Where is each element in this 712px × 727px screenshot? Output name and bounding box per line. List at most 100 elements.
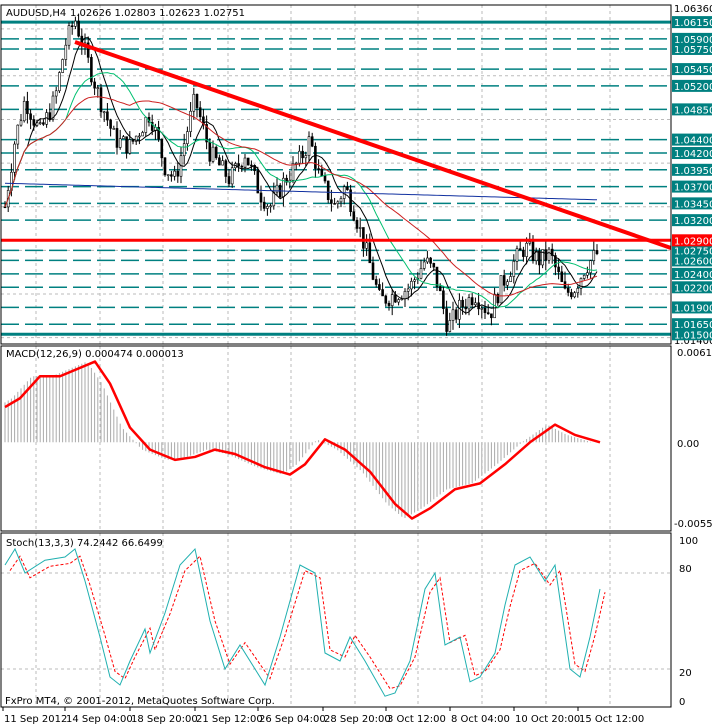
candle xyxy=(403,290,407,300)
horizontal-levels xyxy=(1,20,671,336)
candle xyxy=(96,87,100,89)
stoch-title: Stoch(13,3,3) 74.2442 66.6499 xyxy=(6,538,163,549)
candle xyxy=(547,248,551,261)
candle xyxy=(250,164,253,167)
candle xyxy=(390,294,394,306)
candle xyxy=(93,81,96,89)
time-label: 10 Oct 20:00 xyxy=(515,714,580,725)
candle xyxy=(42,122,45,125)
level-label: 1.05750 xyxy=(674,45,712,56)
candle xyxy=(170,174,173,177)
candle xyxy=(589,260,592,273)
candle xyxy=(269,205,272,208)
candle xyxy=(298,150,301,164)
candle xyxy=(64,44,68,60)
candle xyxy=(259,192,263,203)
candle xyxy=(67,25,71,46)
candle xyxy=(499,275,503,304)
candle xyxy=(454,309,458,320)
level-label: 1.03200 xyxy=(674,216,712,227)
stoch-100: 100 xyxy=(679,536,698,547)
candle xyxy=(19,120,23,126)
candle xyxy=(448,320,452,332)
candle xyxy=(422,261,426,269)
candle xyxy=(141,132,144,137)
level-label: 1.03700 xyxy=(674,183,712,194)
candle xyxy=(256,170,260,194)
candle xyxy=(346,186,349,191)
candle xyxy=(323,175,327,182)
candle xyxy=(301,150,304,159)
candle xyxy=(16,124,20,145)
candle xyxy=(125,136,128,154)
stoch-k-line xyxy=(4,547,601,697)
candle xyxy=(22,101,26,122)
candle xyxy=(406,288,410,292)
candle xyxy=(560,271,564,282)
candle xyxy=(326,180,330,201)
level-label: 1.06150 xyxy=(674,18,712,29)
candle xyxy=(490,313,493,319)
candle xyxy=(307,136,311,156)
candle xyxy=(70,25,74,27)
candle xyxy=(246,157,250,166)
candle xyxy=(467,297,471,310)
candle xyxy=(557,266,560,273)
candle xyxy=(186,131,189,144)
candle xyxy=(474,302,477,306)
macd-title: MACD(12,26,9) 0.000474 0.000013 xyxy=(6,349,184,360)
candle xyxy=(438,286,442,292)
symbol-header: AUDUSD,H4 xyxy=(6,8,66,19)
candle xyxy=(339,198,343,203)
candle xyxy=(221,160,224,166)
trendline[interactable] xyxy=(74,40,672,250)
candle xyxy=(272,191,276,207)
candle xyxy=(291,162,295,181)
candle xyxy=(506,281,509,286)
candle xyxy=(74,20,77,27)
candle xyxy=(371,262,375,280)
level-label: 1.02200 xyxy=(674,283,712,294)
time-axis: 11 Sep 201214 Sep 04:0018 Sep 20:0021 Se… xyxy=(2,707,644,725)
candle xyxy=(102,111,106,114)
candle xyxy=(138,135,141,138)
candle xyxy=(320,168,324,177)
candle xyxy=(304,155,308,159)
candle xyxy=(397,299,400,303)
moving-averages xyxy=(4,37,598,314)
candle xyxy=(384,295,388,304)
candle xyxy=(32,119,36,126)
candle xyxy=(502,275,506,286)
mt4-chart-window: AUDUSD,H4 1.02626 1.02803 1.02623 1.0275… xyxy=(0,0,712,727)
candle xyxy=(333,203,336,205)
candle xyxy=(442,290,445,309)
candle xyxy=(410,281,413,290)
time-label: 15 Oct 12:00 xyxy=(579,714,644,725)
candle xyxy=(118,138,122,148)
level-label: 1.05200 xyxy=(674,82,712,93)
level-label: 1.01500 xyxy=(674,330,712,341)
candle xyxy=(317,168,320,170)
candle xyxy=(314,145,317,169)
candle xyxy=(182,143,186,157)
candle xyxy=(115,128,119,148)
macd-zero-label: 0.00 xyxy=(677,439,699,450)
candle xyxy=(58,72,61,92)
candle xyxy=(355,219,359,229)
macd-min-label: -0.00550 xyxy=(674,519,712,530)
resistance-label: 1.02900 xyxy=(674,236,712,247)
candle xyxy=(531,241,535,262)
candle xyxy=(381,289,384,297)
candle xyxy=(518,248,522,251)
candle xyxy=(61,59,64,73)
candle xyxy=(224,160,228,177)
time-label: 8 Oct 04:00 xyxy=(451,714,510,725)
chart-canvas[interactable]: AUDUSD,H4 1.02626 1.02803 1.02623 1.0275… xyxy=(0,0,712,727)
candle xyxy=(195,93,199,108)
candle xyxy=(48,112,52,120)
candle xyxy=(163,157,167,176)
candle xyxy=(173,170,176,177)
candle xyxy=(570,292,573,298)
time-label: 14 Sep 04:00 xyxy=(66,714,133,725)
stoch-panel-border xyxy=(0,532,672,708)
